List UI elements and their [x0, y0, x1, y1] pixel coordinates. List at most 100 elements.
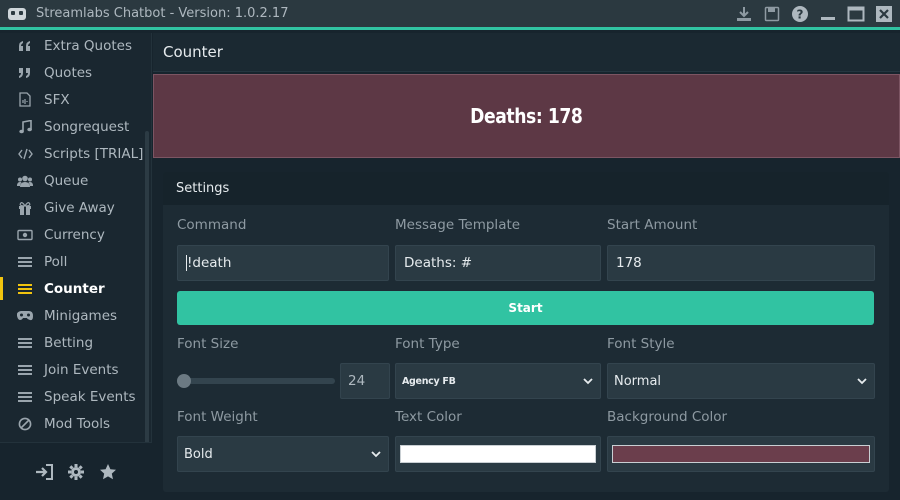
start-amount-input[interactable]: 178: [607, 245, 875, 281]
sidebar-item-minigames[interactable]: Minigames: [0, 302, 152, 329]
font-weight-select[interactable]: Bold: [177, 436, 389, 472]
chevron-down-icon: [371, 451, 381, 458]
settings-title: Settings: [163, 172, 889, 205]
sidebar-item-label: Speak Events: [44, 388, 136, 405]
command-value: !death: [187, 255, 232, 271]
sidebar-item-songrequest[interactable]: Songrequest: [0, 113, 152, 140]
help-icon[interactable]: ?: [790, 4, 810, 24]
list-icon: [17, 335, 33, 351]
main-content: Counter Deaths: 178 Settings Command Mes…: [153, 33, 900, 500]
sidebar-item-extra-quotes[interactable]: Extra Quotes: [0, 33, 152, 59]
list-icon: [17, 362, 33, 378]
sfx-file-icon: [17, 92, 33, 108]
sidebar-item-label: SFX: [44, 91, 70, 108]
font-style-select[interactable]: Normal: [607, 363, 875, 399]
sidebar-item-currency[interactable]: Currency: [0, 221, 152, 248]
font-size-slider-track[interactable]: [177, 378, 335, 384]
close-icon[interactable]: [874, 4, 894, 24]
svg-text:?: ?: [797, 8, 804, 22]
sidebar-item-scripts[interactable]: Scripts [TRIAL]: [0, 140, 152, 167]
font-weight-value: Bold: [184, 446, 213, 462]
font-size-value-box[interactable]: 24: [340, 363, 390, 399]
list-icon: [17, 254, 33, 270]
app-window: Streamlabs Chatbot - Version: 1.0.2.17 ?: [0, 0, 900, 500]
quote-left-icon: [17, 38, 33, 54]
gear-icon[interactable]: [66, 462, 86, 482]
sidebar-item-label: Give Away: [44, 199, 115, 216]
font-style-label: Font Style: [607, 336, 675, 352]
font-size-label: Font Size: [177, 336, 239, 352]
gamepad-icon: [17, 308, 33, 324]
font-type-label: Font Type: [395, 336, 460, 352]
page-title: Counter: [153, 33, 900, 72]
text-color-label: Text Color: [395, 409, 462, 425]
sign-in-icon[interactable]: [34, 462, 54, 482]
font-weight-label: Font Weight: [177, 409, 258, 425]
sidebar-item-label: Extra Quotes: [44, 37, 133, 54]
star-icon[interactable]: [98, 462, 118, 482]
sidebar-item-quotes[interactable]: Quotes: [0, 59, 152, 86]
save-icon[interactable]: [762, 4, 782, 24]
sidebar-item-label: Queue: [44, 172, 89, 189]
title-bar: Streamlabs Chatbot - Version: 1.0.2.17 ?: [0, 0, 900, 30]
chevron-down-icon: [583, 378, 593, 385]
sidebar-nav: Extra Quotes Quotes SFX Songrequest Scri…: [0, 33, 152, 447]
sidebar-footer: [0, 442, 152, 500]
sidebar-item-poll[interactable]: Poll: [0, 248, 152, 275]
start-amount-value: 178: [616, 255, 642, 271]
command-input[interactable]: !death: [177, 245, 389, 281]
sidebar-item-label: Scripts [TRIAL]: [44, 145, 144, 162]
background-color-swatch: [612, 445, 870, 463]
message-template-label: Message Template: [395, 217, 521, 233]
sidebar-item-label: Join Events: [44, 361, 119, 378]
sidebar-item-queue[interactable]: Queue: [0, 167, 152, 194]
music-note-icon: [17, 119, 33, 135]
start-amount-label: Start Amount: [607, 217, 698, 233]
sidebar-item-speak-events[interactable]: Speak Events: [0, 383, 152, 410]
chevron-down-icon: [857, 378, 867, 385]
sidebar-item-label: Minigames: [44, 307, 118, 324]
gift-icon: [17, 200, 33, 216]
quote-right-icon: [17, 65, 33, 81]
sidebar-item-betting[interactable]: Betting: [0, 329, 152, 356]
counter-preview: Deaths: 178: [153, 74, 900, 158]
users-icon: [17, 173, 33, 189]
sidebar: Extra Quotes Quotes SFX Songrequest Scri…: [0, 33, 152, 500]
font-type-value: Agency FB: [402, 375, 456, 387]
sidebar-item-sfx[interactable]: SFX: [0, 86, 152, 113]
sidebar-item-label: Mod Tools: [44, 415, 111, 432]
background-color-label: Background Color: [607, 409, 728, 425]
settings-panel: Settings Command Message Template Start …: [163, 172, 889, 492]
window-title: Streamlabs Chatbot - Version: 1.0.2.17: [36, 6, 289, 21]
maximize-icon[interactable]: [846, 4, 866, 24]
start-button[interactable]: Start: [177, 291, 874, 325]
font-size-slider-thumb[interactable]: [177, 374, 191, 388]
text-color-picker[interactable]: [395, 436, 601, 472]
sidebar-item-mod-tools[interactable]: Mod Tools: [0, 410, 152, 437]
message-template-input[interactable]: Deaths: #: [395, 245, 601, 281]
background-color-picker[interactable]: [607, 436, 875, 472]
sidebar-item-label: Quotes: [44, 64, 93, 81]
sidebar-scrollbar[interactable]: [145, 131, 149, 446]
sidebar-item-give-away[interactable]: Give Away: [0, 194, 152, 221]
font-style-value: Normal: [614, 373, 662, 389]
command-label: Command: [177, 217, 247, 233]
sidebar-item-label: Counter: [44, 280, 105, 297]
text-color-swatch: [400, 445, 596, 463]
sidebar-item-counter[interactable]: Counter: [0, 275, 152, 302]
download-icon[interactable]: [734, 4, 754, 24]
money-icon: [17, 227, 33, 243]
sidebar-item-label: Currency: [44, 226, 105, 243]
font-type-select[interactable]: Agency FB: [395, 363, 601, 399]
sidebar-item-label: Poll: [44, 253, 68, 270]
font-size-value: 24: [348, 373, 366, 389]
sidebar-item-label: Betting: [44, 334, 94, 351]
minimize-icon[interactable]: [818, 4, 838, 24]
chatbot-logo-icon: [6, 6, 28, 22]
code-icon: [17, 146, 33, 162]
sidebar-item-join-events[interactable]: Join Events: [0, 356, 152, 383]
sidebar-item-label: Songrequest: [44, 118, 130, 135]
preview-text: Deaths: 178: [470, 104, 583, 128]
list-icon: [17, 281, 33, 297]
message-template-value: Deaths: #: [404, 255, 473, 271]
